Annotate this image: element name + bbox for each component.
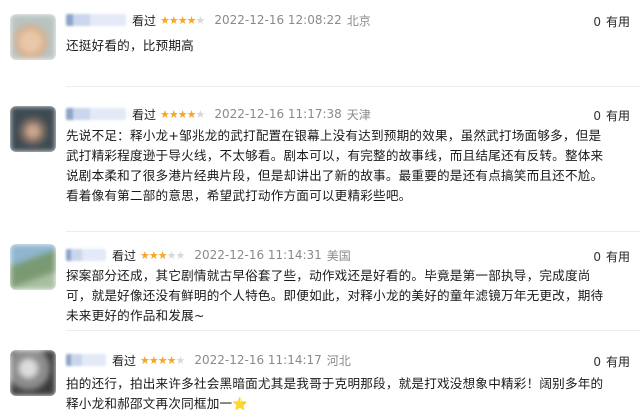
user-avatar[interactable] <box>10 350 56 396</box>
user-avatar[interactable] <box>10 106 56 152</box>
rating-stars: ★★★★★ <box>140 353 185 367</box>
useful-button[interactable]: 0 有用 <box>593 13 630 30</box>
rating-stars: ★★★★★ <box>140 248 185 262</box>
review-time: 2022-12-16 11:14:31 <box>194 248 322 262</box>
review-time: 2022-12-16 11:17:38 <box>214 107 342 121</box>
useful-count: 0 <box>593 14 601 29</box>
divider <box>66 86 640 87</box>
watched-label: 看过 <box>132 107 157 122</box>
rating-stars: ★★★★★ <box>160 13 205 27</box>
review-location: 天津 <box>346 107 371 122</box>
username-redacted[interactable] <box>66 354 106 366</box>
useful-label: 有用 <box>605 250 630 264</box>
review-time: 2022-12-16 11:14:17 <box>194 353 322 367</box>
useful-count: 0 <box>593 354 601 369</box>
review-location: 河北 <box>326 353 351 368</box>
review-location: 美国 <box>326 248 351 263</box>
review-text: 拍的还行，拍出来许多社会黑暗面尤其是我哥于克明那段，就是打戏没想象中精彩！阔别多… <box>66 376 604 411</box>
divider <box>66 330 640 331</box>
useful-button[interactable]: 0 有用 <box>593 107 630 124</box>
username-redacted[interactable] <box>66 14 126 26</box>
review-text: 先说不足：释小龙+邹兆龙的武打配置在银幕上没有达到预期的效果，虽然武打场面够多，… <box>66 128 604 203</box>
useful-count: 0 <box>593 249 601 264</box>
username-redacted[interactable] <box>66 108 126 120</box>
divider <box>66 231 640 232</box>
useful-label: 有用 <box>605 15 630 29</box>
useful-label: 有用 <box>605 355 630 369</box>
useful-label: 有用 <box>605 109 630 123</box>
useful-count: 0 <box>593 108 601 123</box>
watched-label: 看过 <box>112 248 137 263</box>
review-location: 北京 <box>346 13 371 28</box>
useful-button[interactable]: 0 有用 <box>593 248 630 265</box>
watched-label: 看过 <box>132 13 157 28</box>
review-text: 还挺好看的，比预期高 <box>66 38 194 53</box>
user-avatar[interactable] <box>10 244 56 290</box>
useful-button[interactable]: 0 有用 <box>593 353 630 370</box>
user-avatar[interactable] <box>10 14 56 60</box>
username-redacted[interactable] <box>66 249 106 261</box>
rating-stars: ★★★★★ <box>160 107 205 121</box>
watched-label: 看过 <box>112 353 137 368</box>
review-time: 2022-12-16 12:08:22 <box>214 13 342 27</box>
review-text: 探案部分还成，其它剧情就古早俗套了些，动作戏还是好看的。毕竟是第一部执导，完成度… <box>66 268 604 323</box>
